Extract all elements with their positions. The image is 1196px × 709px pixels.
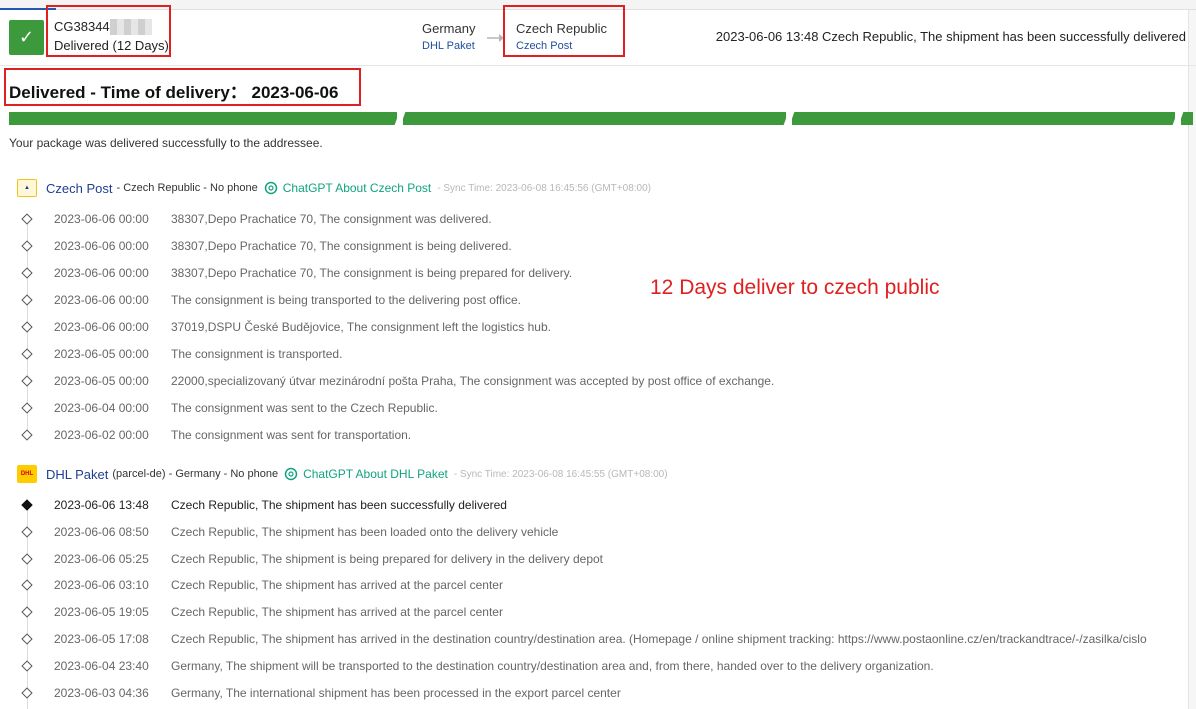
timeline-event: 2023-06-06 00:00 38307,Depo Prachatice 70… <box>0 236 1188 256</box>
event-time: 2023-06-06 00:00 <box>54 320 149 334</box>
event-description: 37019,DSPU České Budějovice, The consign… <box>171 320 551 334</box>
carrier-header-czech-post: ▲ Czech Post - Czech Republic - No phone… <box>17 179 651 197</box>
carrier-meta: (parcel-de) - Germany - No phone <box>112 468 279 480</box>
chatgpt-about-link[interactable]: ChatGPT About DHL Paket <box>303 467 448 481</box>
carrier-name[interactable]: Czech Post <box>46 181 112 196</box>
event-description: 22000,specializovaný útvar mezinárodní p… <box>171 374 775 388</box>
timeline-marker-icon <box>21 213 33 225</box>
timeline-event: 2023-06-06 00:00 37019,DSPU České Budějov… <box>0 317 1188 337</box>
event-description: Czech Republic, The shipment has arrived… <box>171 605 503 620</box>
event-description: Czech Republic, The shipment has arrived… <box>171 578 503 593</box>
progress-step-2 <box>403 112 786 125</box>
event-time: 2023-06-05 00:00 <box>54 347 149 361</box>
timeline-event: 2023-06-06 03:10 Czech Republic, The ship… <box>0 575 1188 595</box>
timeline-event: 2023-06-05 19:05 Czech Republic, The ship… <box>0 602 1188 622</box>
event-description: The consignment was sent for transportat… <box>171 428 412 442</box>
chatgpt-about-link[interactable]: ChatGPT About Czech Post <box>283 181 432 195</box>
openai-icon <box>264 181 278 195</box>
event-time: 2023-06-05 17:08 <box>54 632 149 646</box>
dhl-logo-icon: DHL <box>17 465 37 483</box>
event-time: 2023-06-06 05:25 <box>54 551 149 566</box>
timeline-event: 2023-06-04 00:00 The consignment was sent… <box>0 398 1188 418</box>
timeline-marker-icon <box>21 375 33 387</box>
event-description: Germany, The shipment will be transporte… <box>171 658 934 673</box>
timeline-marker-icon <box>21 552 33 565</box>
event-time: 2023-06-03 04:36 <box>54 685 149 700</box>
event-time: 2023-06-04 23:40 <box>54 658 149 673</box>
timeline-marker-icon <box>21 294 33 306</box>
event-description: Czech Republic, The shipment is being pr… <box>171 551 604 566</box>
timeline-marker-icon <box>21 499 33 511</box>
timeline-event: 2023-06-06 00:00 38307,Depo Prachatice 70… <box>0 263 1188 283</box>
tracking-summary-row: ✓ CG38344 Delivered (12 Days) Germany DH… <box>0 5 1196 66</box>
progress-step-1 <box>9 112 397 125</box>
timeline-marker-icon <box>21 240 33 252</box>
timeline-marker-icon <box>21 686 33 699</box>
event-description: Czech Republic, The shipment has been lo… <box>171 524 559 539</box>
event-time: 2023-06-06 00:00 <box>54 293 149 307</box>
check-icon: ✓ <box>9 20 44 55</box>
event-time: 2023-06-04 00:00 <box>54 401 149 415</box>
timeline-event: 2023-06-06 13:48 Czech Republic, The ship… <box>0 495 1188 515</box>
czech-post-logo-icon: ▲ <box>17 179 37 197</box>
event-description: 38307,Depo Prachatice 70, The consignmen… <box>171 239 512 253</box>
event-time: 2023-06-06 03:10 <box>54 578 149 593</box>
timeline-marker-icon <box>21 606 33 618</box>
timeline-marker-icon <box>21 579 33 592</box>
timeline-marker-icon <box>21 321 33 333</box>
event-time: 2023-06-06 08:50 <box>54 524 149 539</box>
timeline-marker-icon <box>21 633 33 645</box>
timeline-event: 2023-06-06 05:25 Czech Republic, The ship… <box>0 549 1188 569</box>
timeline-event: 2023-06-06 00:00 The consignment is being… <box>0 290 1188 310</box>
origin-country: Germany <box>422 21 476 36</box>
carrier-meta: - Czech Republic - No phone <box>116 182 258 194</box>
sync-time: - Sync Time: 2023-06-08 16:45:56 (GMT+08… <box>437 182 651 194</box>
event-time: 2023-06-06 00:00 <box>54 212 149 226</box>
event-time: 2023-06-06 13:48 <box>54 498 149 512</box>
progress-step-3 <box>792 112 1175 125</box>
tracking-number-redaction <box>110 19 152 35</box>
event-description: The consignment is being transported to … <box>171 293 521 307</box>
latest-event: 2023-06-06 13:48 Czech Republic, The shi… <box>715 29 1186 44</box>
openai-icon <box>284 467 298 481</box>
timeline-marker-icon <box>21 429 33 441</box>
event-description: 38307,Depo Prachatice 70, The consignmen… <box>171 266 573 280</box>
delivery-title: Delivered - Time of delivery： 2023-06-06 <box>9 83 339 102</box>
carrier-name[interactable]: DHL Paket <box>46 467 108 482</box>
timeline-marker-icon <box>21 402 33 414</box>
event-description: The consignment was sent to the Czech Re… <box>171 401 438 415</box>
timeline-event: 2023-06-06 00:00 38307,Depo Prachatice 70… <box>0 209 1188 229</box>
destination-country: Czech Republic <box>516 21 608 36</box>
event-time: 2023-06-05 19:05 <box>54 605 149 620</box>
timeline-event: 2023-06-03 04:36 Germany, The internation… <box>0 683 1188 703</box>
delivery-status: Delivered (12 Days) <box>54 38 169 53</box>
destination-carrier-link[interactable]: Czech Post <box>516 40 572 52</box>
sync-time: - Sync Time: 2023-06-08 16:45:55 (GMT+08… <box>453 468 668 480</box>
event-description: The consignment is transported. <box>171 347 343 361</box>
delivered-message: Your package was delivered successfully … <box>9 136 323 150</box>
timeline-event: 2023-06-05 17:08 Czech Republic, The ship… <box>0 629 1188 649</box>
event-time: 2023-06-02 00:00 <box>54 428 149 442</box>
event-time: 2023-06-06 00:00 <box>54 239 149 253</box>
progress-bar <box>9 112 1193 125</box>
timeline-event: 2023-06-05 00:00 22000,specializovaný útv… <box>0 371 1188 391</box>
event-description: 38307,Depo Prachatice 70, The consignmen… <box>171 212 492 226</box>
origin-carrier-link[interactable]: DHL Paket <box>422 40 475 52</box>
timeline-event: 2023-06-02 00:00 The consignment was sent… <box>0 425 1188 445</box>
carrier-header-dhl-paket: DHL DHL Paket (parcel-de) - Germany - No… <box>17 465 668 483</box>
timeline-event: 2023-06-05 00:00 The consignment is trans… <box>0 344 1188 364</box>
event-description: Germany, The international shipment has … <box>171 685 621 700</box>
event-time: 2023-06-05 00:00 <box>54 374 149 388</box>
event-description: Czech Republic, The shipment has arrived… <box>171 632 1147 646</box>
progress-step-4 <box>1181 112 1193 125</box>
timeline-marker-icon <box>21 348 33 360</box>
timeline-marker-icon <box>21 660 33 672</box>
timeline-marker-icon <box>21 267 33 279</box>
event-time: 2023-06-06 00:00 <box>54 266 149 280</box>
tracking-number[interactable]: CG38344 <box>54 19 110 34</box>
timeline-event: 2023-06-04 23:40 Germany, The shipment wi… <box>0 656 1188 676</box>
event-description: Czech Republic, The shipment has been su… <box>171 498 507 512</box>
timeline-marker-icon <box>21 526 33 538</box>
timeline-event: 2023-06-06 08:50 Czech Republic, The ship… <box>0 522 1188 542</box>
